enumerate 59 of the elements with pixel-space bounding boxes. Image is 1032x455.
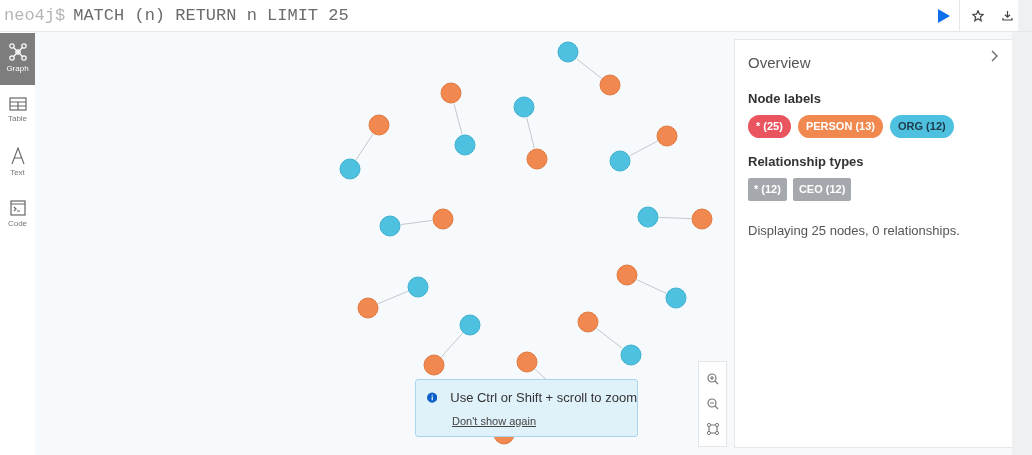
edge-line [440, 332, 464, 358]
org-node[interactable] [665, 287, 687, 309]
person-node[interactable] [691, 208, 713, 230]
summary-text: Displaying 25 nodes, 0 relationships. [748, 221, 961, 240]
edge-line [576, 58, 602, 79]
query-text[interactable]: MATCH (n) RETURN n LIMIT 25 [73, 2, 349, 29]
star-icon [972, 9, 984, 22]
zoom-out-icon[interactable] [706, 398, 719, 410]
info-icon [427, 392, 438, 404]
person-node[interactable] [599, 74, 621, 96]
panel-title: Overview [748, 53, 811, 73]
org-node[interactable] [459, 314, 481, 336]
zoom-in-icon[interactable] [706, 372, 719, 385]
org-node[interactable] [379, 215, 401, 237]
org-node[interactable] [557, 41, 579, 63]
edge-line [596, 328, 623, 349]
person-node[interactable] [656, 125, 678, 147]
download-icon [1001, 10, 1013, 21]
label-tag[interactable]: * (25) [748, 115, 791, 138]
section-heading: Node labels [748, 89, 822, 108]
edge-line [453, 103, 463, 135]
terminal-icon [9, 200, 26, 216]
label-tag[interactable]: PERSON (13) [797, 115, 883, 138]
person-node[interactable] [616, 264, 638, 286]
org-node[interactable] [620, 344, 642, 366]
person-node[interactable] [368, 114, 390, 136]
org-node[interactable] [407, 276, 429, 298]
letter-icon [9, 147, 26, 165]
org-node[interactable] [513, 96, 535, 118]
edge-line [658, 216, 692, 220]
table-icon [8, 97, 27, 111]
edge-line [629, 140, 658, 157]
person-node[interactable] [357, 297, 379, 319]
sidebar-tab[interactable]: Graph [0, 33, 35, 85]
scrollbar[interactable] [1012, 32, 1032, 455]
fit-icon[interactable] [706, 423, 719, 436]
org-node[interactable] [339, 158, 361, 180]
query-prompt: neo4j$ [4, 4, 66, 27]
org-node[interactable] [454, 134, 476, 156]
section-heading: Relationship types [748, 152, 865, 171]
edge-line [377, 290, 409, 305]
zoom-hint-text: Use Ctrl or Shift + scroll to zoom [450, 389, 637, 407]
person-node[interactable] [577, 311, 599, 333]
org-node[interactable] [637, 206, 659, 228]
label-tag[interactable]: ORG (12) [890, 115, 954, 138]
edge-line [355, 133, 374, 161]
play-icon [937, 8, 950, 23]
graph-icon [7, 43, 28, 61]
person-node[interactable] [516, 351, 538, 373]
person-node[interactable] [432, 208, 454, 230]
dont-show-again-link[interactable]: Don't show again [452, 412, 637, 429]
edge-line [400, 219, 433, 226]
person-node[interactable] [423, 354, 445, 376]
edge-line [526, 117, 535, 149]
person-node[interactable] [440, 82, 462, 104]
person-node[interactable] [526, 148, 548, 170]
chevron-right-icon[interactable] [991, 50, 999, 62]
edge-line [636, 279, 667, 294]
org-node[interactable] [609, 150, 631, 172]
